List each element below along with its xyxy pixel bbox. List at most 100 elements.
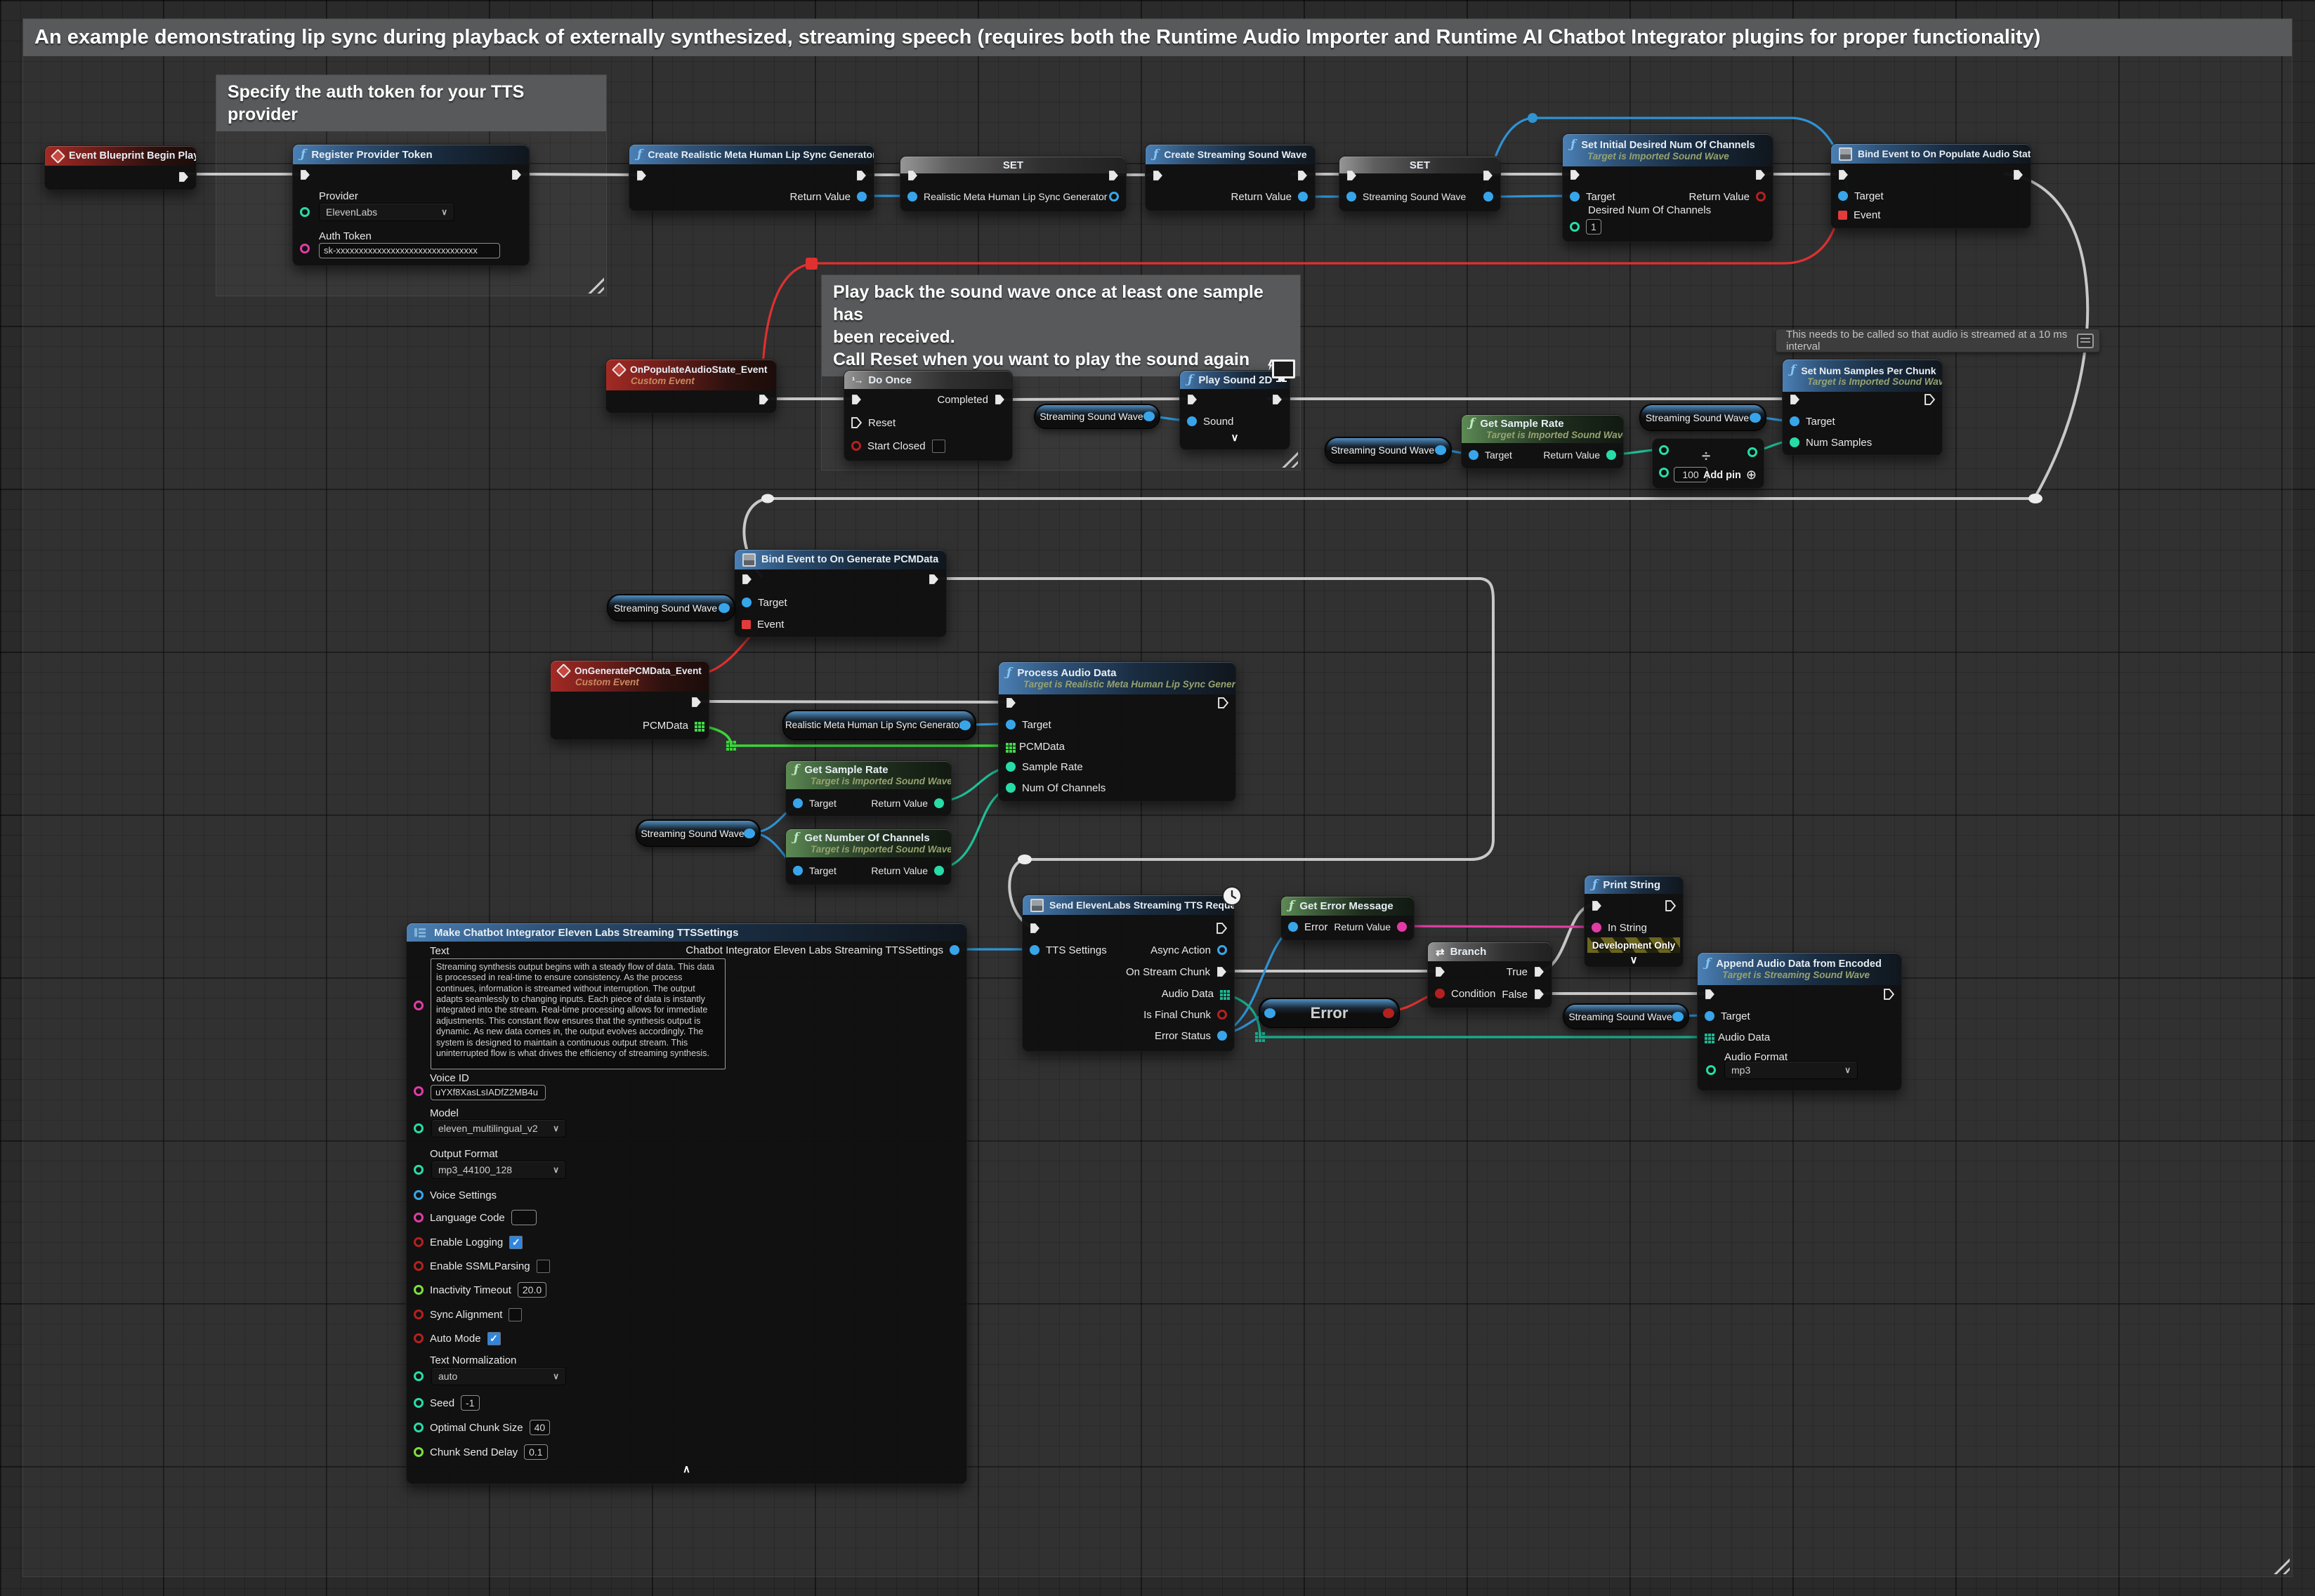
exec-out-pin[interactable]	[1665, 897, 1676, 915]
resize-handle-icon[interactable]	[2273, 1557, 2290, 1574]
var-out-pin[interactable]	[744, 829, 755, 838]
node-on-populate-event[interactable]: OnPopulateAudioState_Event Custom Event	[605, 359, 777, 414]
async-action-pin[interactable]: Async Action	[1150, 941, 1227, 959]
tts-settings-out-pin[interactable]: Chatbot Integrator Eleven Labs Streaming…	[686, 941, 959, 959]
node-comment-bubble[interactable]: This needs to be called so that audio is…	[1776, 329, 2100, 352]
in-string-pin[interactable]: In String	[1592, 918, 1647, 937]
sync-alignment-checkbox[interactable]	[509, 1308, 522, 1321]
divide-output-pin[interactable]	[1747, 447, 1757, 457]
target-pin[interactable]: Target	[1570, 187, 1615, 206]
node-append-audio-data[interactable]: ƒAppend Audio Data from EncodedTarget is…	[1697, 952, 1902, 1091]
exec-out-pin[interactable]	[178, 168, 189, 186]
node-set-lipsync-generator[interactable]: SET Realistic Meta Human Lip Sync Genera…	[900, 156, 1127, 212]
is-final-chunk-pin[interactable]: Is Final Chunk	[1143, 1005, 1227, 1024]
node-create-lipsync-generator[interactable]: ƒCreate Realistic Meta Human Lip Sync Ge…	[629, 144, 874, 211]
exec-in-pin[interactable]	[1790, 390, 1800, 409]
exec-out-pin[interactable]	[1272, 390, 1283, 409]
exec-out-pin[interactable]	[1216, 919, 1227, 937]
exec-out-pin[interactable]	[856, 166, 867, 185]
exec-out-pin[interactable]	[2013, 166, 2024, 184]
pcmdata-pin[interactable]: PCMData	[1006, 737, 1065, 756]
exec-out-pin[interactable]	[1297, 166, 1308, 185]
enable-logging-checkbox[interactable]: ✓	[509, 1236, 523, 1249]
node-make-tts-settings[interactable]: Make Chatbot Integrator Eleven Labs Stre…	[406, 923, 967, 1484]
event-pin[interactable]: Event	[1838, 206, 1880, 224]
exec-in-pin[interactable]	[1030, 919, 1040, 937]
exec-out-pin[interactable]	[1884, 985, 1894, 1003]
auto-mode-checkbox[interactable]: ✓	[487, 1332, 501, 1345]
node-get-sample-rate-2[interactable]: ƒGet Sample RateTarget is Imported Sound…	[785, 760, 952, 817]
start-closed-checkbox[interactable]	[932, 440, 945, 453]
text-pin[interactable]	[414, 1001, 424, 1010]
set-var-in-pin[interactable]: Streaming Sound Wave	[1346, 187, 1466, 206]
node-get-error-message[interactable]: ƒGet Error Message Error Return Value	[1280, 896, 1415, 941]
node-print-string[interactable]: ƒPrint String In String Development Only…	[1584, 875, 1684, 968]
sync-alignment-pin[interactable]: Sync Alignment	[414, 1305, 522, 1324]
auth-token-input[interactable]: sk-xxxxxxxxxxxxxxxxxxxxxxxxxxxxxxx	[319, 243, 500, 258]
var-out-pin[interactable]	[1143, 411, 1155, 421]
divide-input-a-pin[interactable]	[1659, 445, 1669, 455]
var-out-pin[interactable]	[1750, 413, 1761, 423]
text-normalization-dropdown[interactable]: auto∨	[431, 1367, 566, 1385]
exec-in-pin[interactable]	[1838, 166, 1849, 184]
num-samples-pin[interactable]: Num Samples	[1790, 433, 1872, 451]
audio-format-pin[interactable]	[1706, 1065, 1716, 1075]
exec-in-pin[interactable]	[1570, 166, 1580, 184]
set-var-out-pin[interactable]	[1109, 187, 1119, 206]
target-pin[interactable]: Target	[1705, 1007, 1750, 1025]
pill-streaming-sound-wave[interactable]: Streaming Sound Wave	[636, 819, 761, 847]
audio-format-dropdown[interactable]: mp3∨	[1724, 1061, 1858, 1079]
node-set-streaming-sound-wave[interactable]: SET Streaming Sound Wave	[1339, 156, 1501, 212]
exec-in-pin[interactable]	[1153, 166, 1163, 185]
sample-rate-pin[interactable]: Sample Rate	[1006, 758, 1083, 776]
exec-in-pin[interactable]	[1435, 963, 1445, 981]
node-divide[interactable]: ÷ 100 Add pin⊕	[1652, 438, 1764, 489]
resize-handle-icon[interactable]	[587, 277, 604, 294]
var-out-pin[interactable]	[1672, 1012, 1684, 1022]
target-pin[interactable]: Target	[1838, 187, 1884, 205]
return-value-pin[interactable]: Return Value	[790, 187, 867, 206]
num-channels-pin[interactable]: Num Of Channels	[1006, 779, 1106, 797]
model-dropdown[interactable]: eleven_multilingual_v2∨	[431, 1119, 566, 1137]
exec-out-pin[interactable]	[929, 570, 939, 588]
exec-in-pin[interactable]	[1705, 985, 1715, 1003]
return-value-pin[interactable]: Return Value	[1231, 187, 1308, 206]
exec-in-pin[interactable]	[1592, 897, 1602, 915]
return-value-pin[interactable]: Return Value	[871, 794, 944, 812]
exec-in-pin[interactable]	[742, 570, 752, 588]
pill-lipsync-generator[interactable]: Realistic Meta Human Lip Sync Generator	[782, 710, 976, 740]
var-out-pin[interactable]	[1435, 445, 1446, 455]
audio-data-pin[interactable]: Audio Data	[1162, 984, 1227, 1003]
pcmdata-pin[interactable]: PCMData	[643, 716, 702, 734]
enable-ssml-checkbox[interactable]	[537, 1260, 550, 1273]
pill-streaming-sound-wave[interactable]: Streaming Sound Wave	[607, 594, 735, 621]
node-play-sound-2d[interactable]: ƒPlay Sound 2D Sound ∨	[1179, 370, 1290, 450]
target-pin[interactable]: Target	[1006, 715, 1051, 734]
desired-channels-pin[interactable]: 1	[1570, 218, 1601, 236]
tts-settings-pin[interactable]: TTS Settings	[1030, 941, 1107, 959]
enable-ssml-pin[interactable]: Enable SSMLParsing	[414, 1257, 550, 1275]
add-pin-button[interactable]: Add pin⊕	[1703, 468, 1757, 482]
return-value-pin[interactable]: Return Value	[1689, 187, 1766, 206]
language-code-input[interactable]	[511, 1210, 537, 1225]
chunk-send-delay-input[interactable]: 0.1	[524, 1444, 547, 1460]
exec-out-pin[interactable]	[511, 166, 522, 184]
audio-data-pin[interactable]: Audio Data	[1705, 1028, 1770, 1046]
collapse-chevron-icon[interactable]: ∧	[407, 1463, 966, 1475]
node-create-streaming-sound-wave[interactable]: ƒCreate Streaming Sound Wave Return Valu…	[1145, 144, 1316, 211]
error-status-pin[interactable]: Error Status	[1155, 1027, 1227, 1045]
resize-handle-icon[interactable]	[1281, 451, 1298, 468]
node-on-generate-pcmdata-event[interactable]: OnGeneratePCMData_Event Custom Event PCM…	[550, 660, 709, 740]
completed-exec-pin[interactable]: Completed	[937, 390, 1005, 409]
target-pin[interactable]: Target	[742, 593, 787, 612]
set-var-out-pin[interactable]	[1483, 187, 1493, 206]
seed-input[interactable]: -1	[461, 1395, 479, 1411]
expand-chevron-icon[interactable]: ∨	[1180, 431, 1290, 444]
return-value-pin[interactable]: Return Value	[871, 862, 944, 880]
exec-out-pin[interactable]	[691, 693, 702, 711]
var-out-pin[interactable]	[719, 603, 730, 613]
voice-settings-pin[interactable]: Voice Settings	[414, 1186, 497, 1204]
node-get-number-of-channels[interactable]: ƒGet Number Of ChannelsTarget is Importe…	[785, 829, 952, 885]
inactivity-timeout-input[interactable]: 20.0	[518, 1282, 546, 1298]
exec-out-pin[interactable]	[1218, 694, 1228, 712]
